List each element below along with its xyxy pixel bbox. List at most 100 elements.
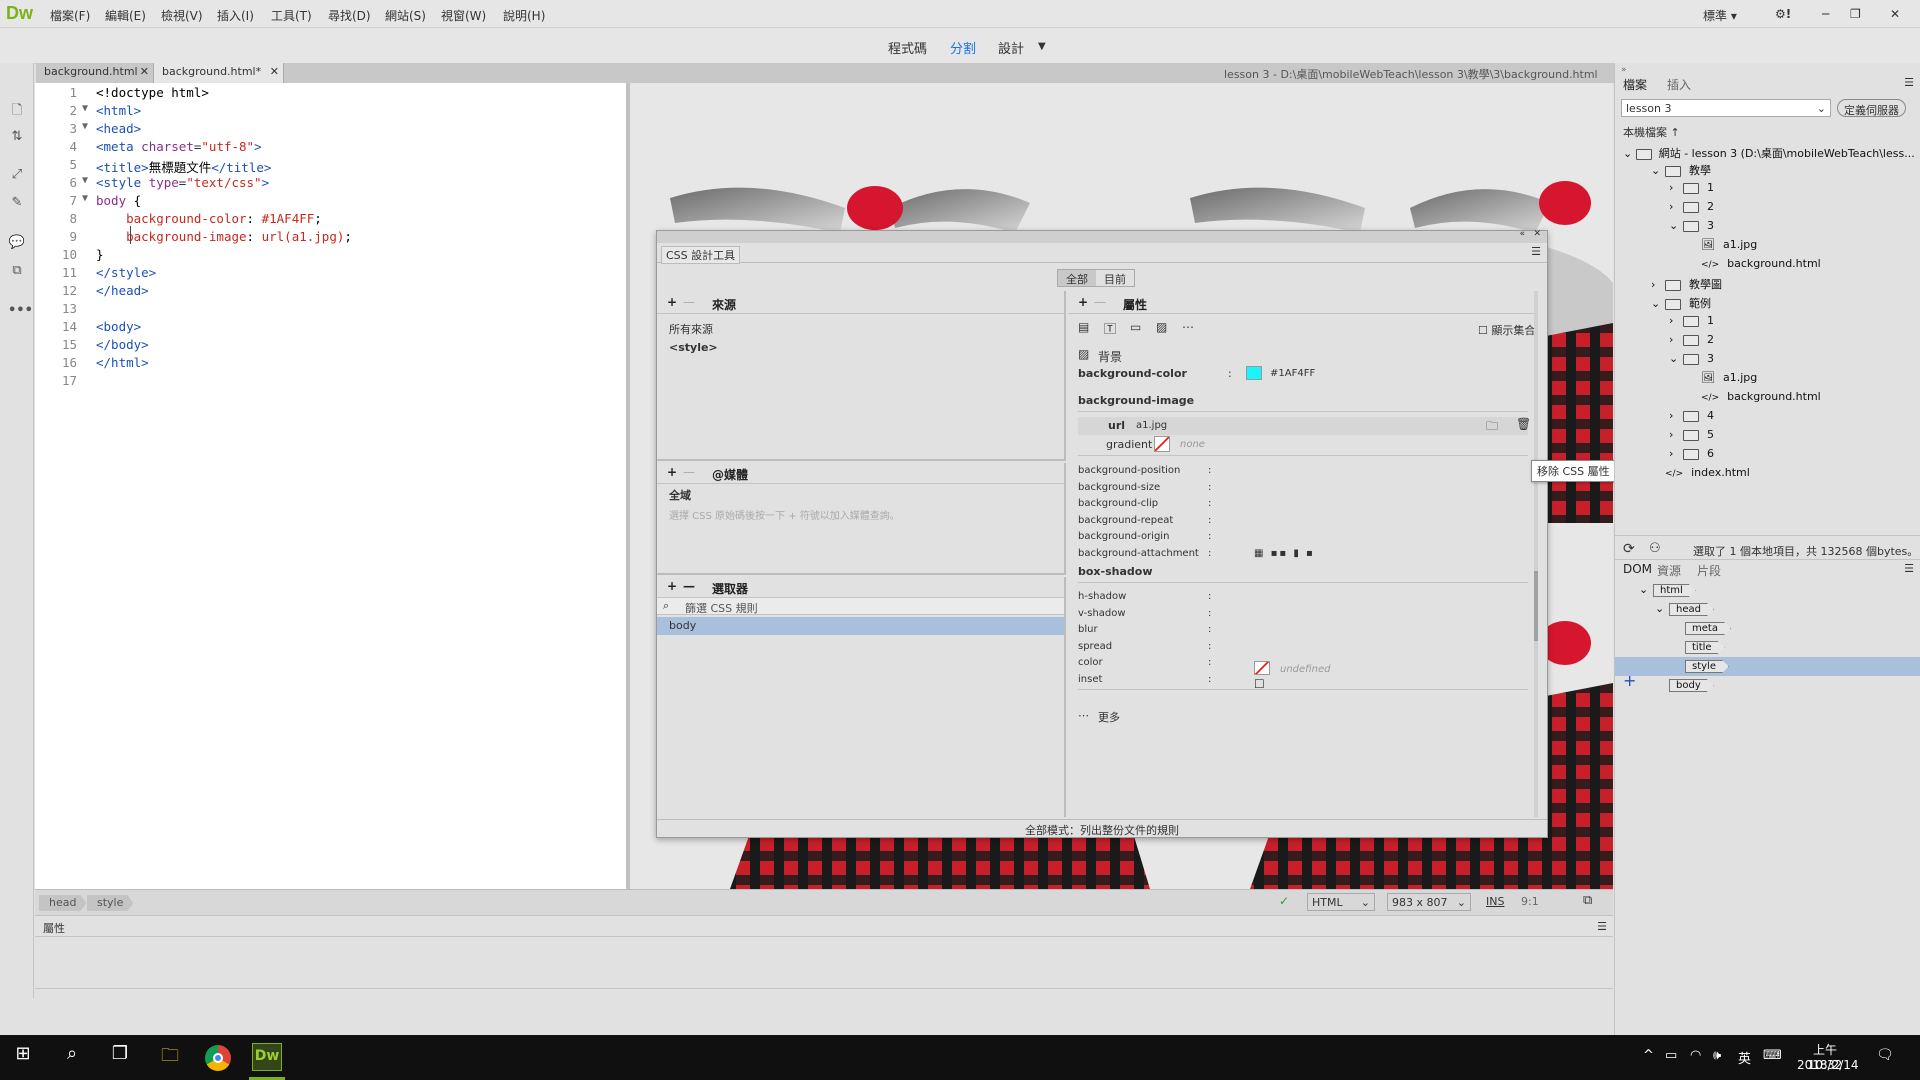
url-value[interactable]: a1.jpg — [1136, 420, 1167, 431]
file-explorer-icon[interactable]: 🗀 — [155, 1043, 185, 1073]
source-item[interactable]: <style> — [669, 341, 718, 354]
doc-tab-2[interactable]: background.html* ✕ — [154, 63, 284, 83]
remove-property-icon[interactable]: — — [1094, 295, 1106, 309]
task-view-icon[interactable]: ❐ — [105, 1043, 135, 1073]
expand-arrow-icon[interactable]: › — [1669, 409, 1683, 422]
ins-mode[interactable]: INS — [1486, 895, 1504, 908]
expand-arrow-icon[interactable]: › — [1651, 278, 1665, 291]
workspace-switcher[interactable]: 標準 ▾ — [1703, 7, 1737, 24]
bg-color-swatch[interactable] — [1246, 366, 1262, 380]
code-line[interactable]: 2 ▼ <html> — [35, 103, 626, 121]
add-source-icon[interactable]: + — [667, 295, 677, 309]
file-tree-item[interactable]: </> background.html — [1687, 390, 1821, 403]
expand-arrow-icon[interactable]: ⌄ — [1639, 583, 1653, 596]
source-item[interactable]: 所有來源 — [669, 321, 713, 337]
validation-ok-icon[interactable]: ✓ — [1279, 894, 1289, 908]
layout-category-icon[interactable]: ▤ — [1078, 320, 1089, 334]
menu-window[interactable]: 視窗(W) — [441, 7, 486, 24]
code-line[interactable]: 10} — [35, 247, 626, 265]
expand-arrow-icon[interactable]: › — [1669, 447, 1683, 460]
maximize-button[interactable]: ❐ — [1850, 7, 1861, 21]
menu-help[interactable]: 說明(H) — [503, 7, 545, 24]
menu-view[interactable]: 檢視(V) — [161, 7, 203, 24]
dreamweaver-taskbar-icon[interactable]: Dw — [252, 1043, 282, 1071]
menu-tools[interactable]: 工具(T) — [271, 7, 312, 24]
browse-folder-icon[interactable]: 🗀 — [1486, 417, 1498, 438]
dom-node[interactable]: meta — [1671, 621, 1731, 635]
code-line[interactable]: 4 <meta charset="utf-8"> — [35, 139, 626, 157]
toggle-current-button[interactable]: 目前 — [1096, 270, 1134, 286]
design-view-button[interactable]: 設計 — [998, 38, 1024, 57]
file-tree-item[interactable]: </> background.html — [1687, 257, 1821, 270]
toggle-all-button[interactable]: 全部 — [1058, 270, 1096, 286]
file-tree-item[interactable]: ⌄ 3 — [1669, 219, 1714, 232]
media-global[interactable]: 全域 — [669, 487, 691, 503]
shadow-color-value[interactable]: undefined — [1280, 664, 1330, 675]
add-selector-icon[interactable]: + — [667, 579, 677, 593]
more-tools-icon[interactable]: ••• — [8, 303, 33, 321]
panel-menu-icon[interactable]: ☰ — [1531, 245, 1541, 258]
panel-drag-bar[interactable]: « ✕ — [657, 229, 1547, 243]
code-line[interactable]: 15 </body> — [35, 337, 626, 355]
dom-node[interactable]: ⌄ head — [1655, 602, 1714, 616]
file-tree-item[interactable]: › 2 — [1669, 200, 1714, 213]
code-editor[interactable]: 1 <!doctype html> 2 ▼ <html> 3 ▼ <head> 4 <meta c… — [35, 83, 626, 889]
snippet-icon[interactable]: ⧉ — [8, 263, 26, 281]
expand-arrow-icon[interactable]: › — [1669, 428, 1683, 441]
window-size-select[interactable]: 983 x 807 ⌄ — [1387, 893, 1471, 911]
dom-node[interactable]: body — [1655, 678, 1714, 692]
tab-files[interactable]: 檔案 — [1623, 76, 1647, 93]
battery-icon[interactable]: ▭ — [1665, 1048, 1677, 1063]
site-select[interactable]: lesson 3 ⌄ — [1621, 99, 1831, 117]
file-tree-item[interactable]: › 6 — [1669, 447, 1714, 460]
collapse-panel-icon[interactable]: « — [1519, 229, 1525, 239]
clock-date[interactable]: 2018/2/14 — [1797, 1058, 1859, 1072]
code-line[interactable]: 16 </html> — [35, 355, 626, 373]
tab-snippets[interactable]: 片段 — [1697, 562, 1721, 579]
files-menu-icon[interactable]: ☰ — [1904, 76, 1914, 89]
bg-color-value[interactable]: #1AF4FF — [1270, 368, 1315, 379]
selector-filter[interactable]: ⌕ 篩選 CSS 規則 — [657, 597, 1064, 615]
close-tab-icon[interactable]: ✕ — [140, 65, 149, 78]
menu-find[interactable]: 尋找(D) — [328, 7, 371, 24]
tab-insert[interactable]: 插入 — [1667, 76, 1691, 93]
file-tree-item[interactable]: ⌄ 範例 — [1651, 295, 1711, 311]
text-category-icon[interactable]: 🅃 — [1104, 320, 1116, 337]
gradient-value[interactable]: none — [1180, 439, 1205, 450]
expand-arrow-icon[interactable]: ⌄ — [1669, 219, 1683, 232]
fold-toggle-icon[interactable]: ▼ — [82, 193, 88, 204]
code-line[interactable]: 8 background-color: #1AF4FF; — [35, 211, 626, 229]
expand-arrow-icon[interactable]: › — [1669, 314, 1683, 327]
properties-menu-icon[interactable]: ☰ — [1597, 920, 1607, 933]
view-dropdown-icon[interactable]: ▼ — [1038, 41, 1046, 52]
close-panel-icon[interactable]: ✕ — [1533, 229, 1541, 239]
gradient-swatch[interactable] — [1154, 436, 1170, 452]
more-category-icon[interactable]: ⋯ — [1182, 320, 1194, 334]
code-view-button[interactable]: 程式碼 — [888, 38, 927, 57]
action-center-icon[interactable]: 🗨 — [1876, 1047, 1894, 1063]
settings-gear-icon[interactable]: ⚙! — [1775, 7, 1791, 21]
volume-icon[interactable]: 🕪 — [1713, 1048, 1721, 1063]
comment-icon[interactable]: 💬 — [8, 235, 26, 253]
collapse-right-panel-icon[interactable]: » — [1621, 65, 1627, 75]
format-icon[interactable]: ⤢ — [8, 167, 26, 185]
tray-overflow-icon[interactable]: ^ — [1643, 1048, 1654, 1063]
site-root[interactable]: ⌄ 網站 - lesson 3 (D:\桌面\mobileWebTeach\le… — [1623, 145, 1915, 161]
ime-indicator[interactable]: 英 — [1738, 1048, 1751, 1067]
file-tree-item[interactable]: 🖼 a1.jpg — [1687, 238, 1757, 251]
wifi-icon[interactable]: ◠ — [1690, 1048, 1701, 1063]
expand-arrow-icon[interactable]: › — [1669, 200, 1683, 213]
dom-node[interactable]: ⌄ html — [1639, 583, 1696, 597]
properties-scrollbar[interactable] — [1534, 291, 1538, 817]
file-tree-item[interactable]: › 教學圖 — [1651, 276, 1722, 292]
file-tree-item[interactable]: › 2 — [1669, 333, 1714, 346]
code-line[interactable]: 12 </head> — [35, 283, 626, 301]
background-category-icon[interactable]: ▨ — [1156, 320, 1167, 334]
file-tree-item[interactable]: ⌄ 3 — [1669, 352, 1714, 365]
url-row[interactable]: url a1.jpg 🗀 🗑 — [1078, 417, 1531, 438]
code-line[interactable]: 3 ▼ <head> — [35, 121, 626, 139]
expand-arrow-icon[interactable]: ⌄ — [1669, 352, 1683, 365]
tab-assets[interactable]: 資源 — [1657, 562, 1681, 579]
file-tree-item[interactable]: › 4 — [1669, 409, 1714, 422]
fold-toggle-icon[interactable]: ▼ — [82, 103, 88, 114]
